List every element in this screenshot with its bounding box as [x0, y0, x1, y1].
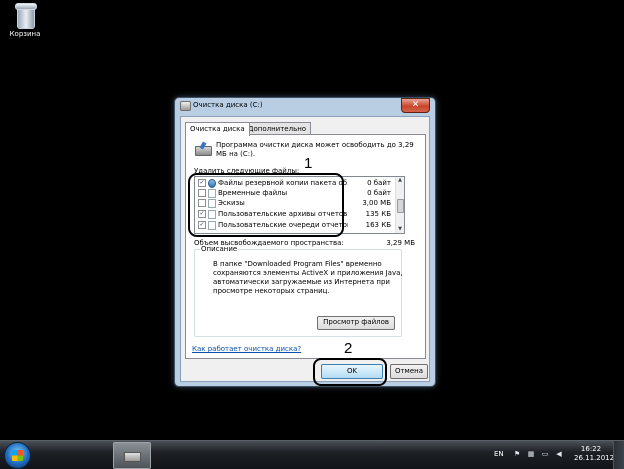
help-link[interactable]: Как работает очистка диска? — [192, 345, 301, 353]
disk-cleanup-window: Очистка диска (C:) ✕ Очистка диска Допол… — [174, 97, 436, 387]
show-desktop-button[interactable] — [613, 441, 624, 469]
taskbar: EN ⚑ ▦ ▭ ◀ 16:22 26.11.2012 — [0, 440, 624, 469]
cancel-button[interactable]: Отмена — [390, 364, 428, 379]
file-size: 0 байт — [367, 179, 391, 187]
disk-cleanup-title-icon — [180, 101, 191, 111]
windows-logo-icon — [12, 450, 23, 461]
tab-disk-cleanup[interactable]: Очистка диска — [185, 122, 250, 136]
close-button[interactable]: ✕ — [401, 98, 430, 113]
recycle-bin-desktop-icon[interactable]: Корзина — [6, 2, 44, 38]
disk-cleanup-taskbar-icon — [124, 452, 141, 462]
network-icon[interactable]: ▦ — [527, 450, 535, 458]
recycle-bin-label: Корзина — [9, 30, 41, 38]
clock-date: 26.11.2012 — [574, 454, 615, 462]
view-files-button[interactable]: Просмотр файлов — [317, 316, 395, 330]
file-size: 163 КБ — [365, 221, 391, 229]
description-text: В папке "Downloaded Program Files" време… — [213, 260, 403, 295]
recycle-bin-icon — [14, 2, 37, 29]
intro-text: Программа очистки диска может освободить… — [216, 141, 414, 158]
file-size: 0 байт — [367, 189, 391, 197]
action-center-flag-icon[interactable]: ⚑ — [513, 450, 521, 458]
callout-2-number: 2 — [344, 340, 353, 357]
list-scrollbar[interactable]: ▲ ▼ — [395, 177, 404, 233]
scroll-down-icon[interactable]: ▼ — [396, 226, 404, 233]
window-title: Очистка диска (C:) — [193, 101, 263, 109]
language-indicator[interactable]: EN — [494, 450, 504, 458]
description-label: Описание — [200, 245, 239, 253]
callout-2-outline — [313, 358, 387, 386]
file-size: 3,00 МБ — [362, 199, 391, 207]
file-size: 135 КБ — [365, 210, 391, 218]
display-icon[interactable]: ▭ — [541, 450, 549, 458]
start-button[interactable] — [4, 442, 31, 469]
callout-1-outline — [188, 173, 344, 237]
clock-time: 16:22 — [580, 445, 602, 453]
scroll-up-icon[interactable]: ▲ — [396, 177, 404, 184]
space-freed-value: 3,29 МБ — [386, 239, 415, 247]
disk-cleanup-icon — [195, 141, 212, 156]
scroll-thumb[interactable] — [397, 199, 404, 213]
description-groupbox: Описание В папке "Downloaded Program Fil… — [194, 245, 403, 337]
clock[interactable]: 16:22 26.11.2012 — [574, 445, 615, 463]
taskbar-disk-cleanup-button[interactable] — [113, 442, 151, 469]
callout-1-number: 1 — [304, 155, 313, 172]
title-bar[interactable]: Очистка диска (C:) ✕ — [175, 98, 435, 114]
volume-icon[interactable]: ◀ — [555, 450, 563, 458]
